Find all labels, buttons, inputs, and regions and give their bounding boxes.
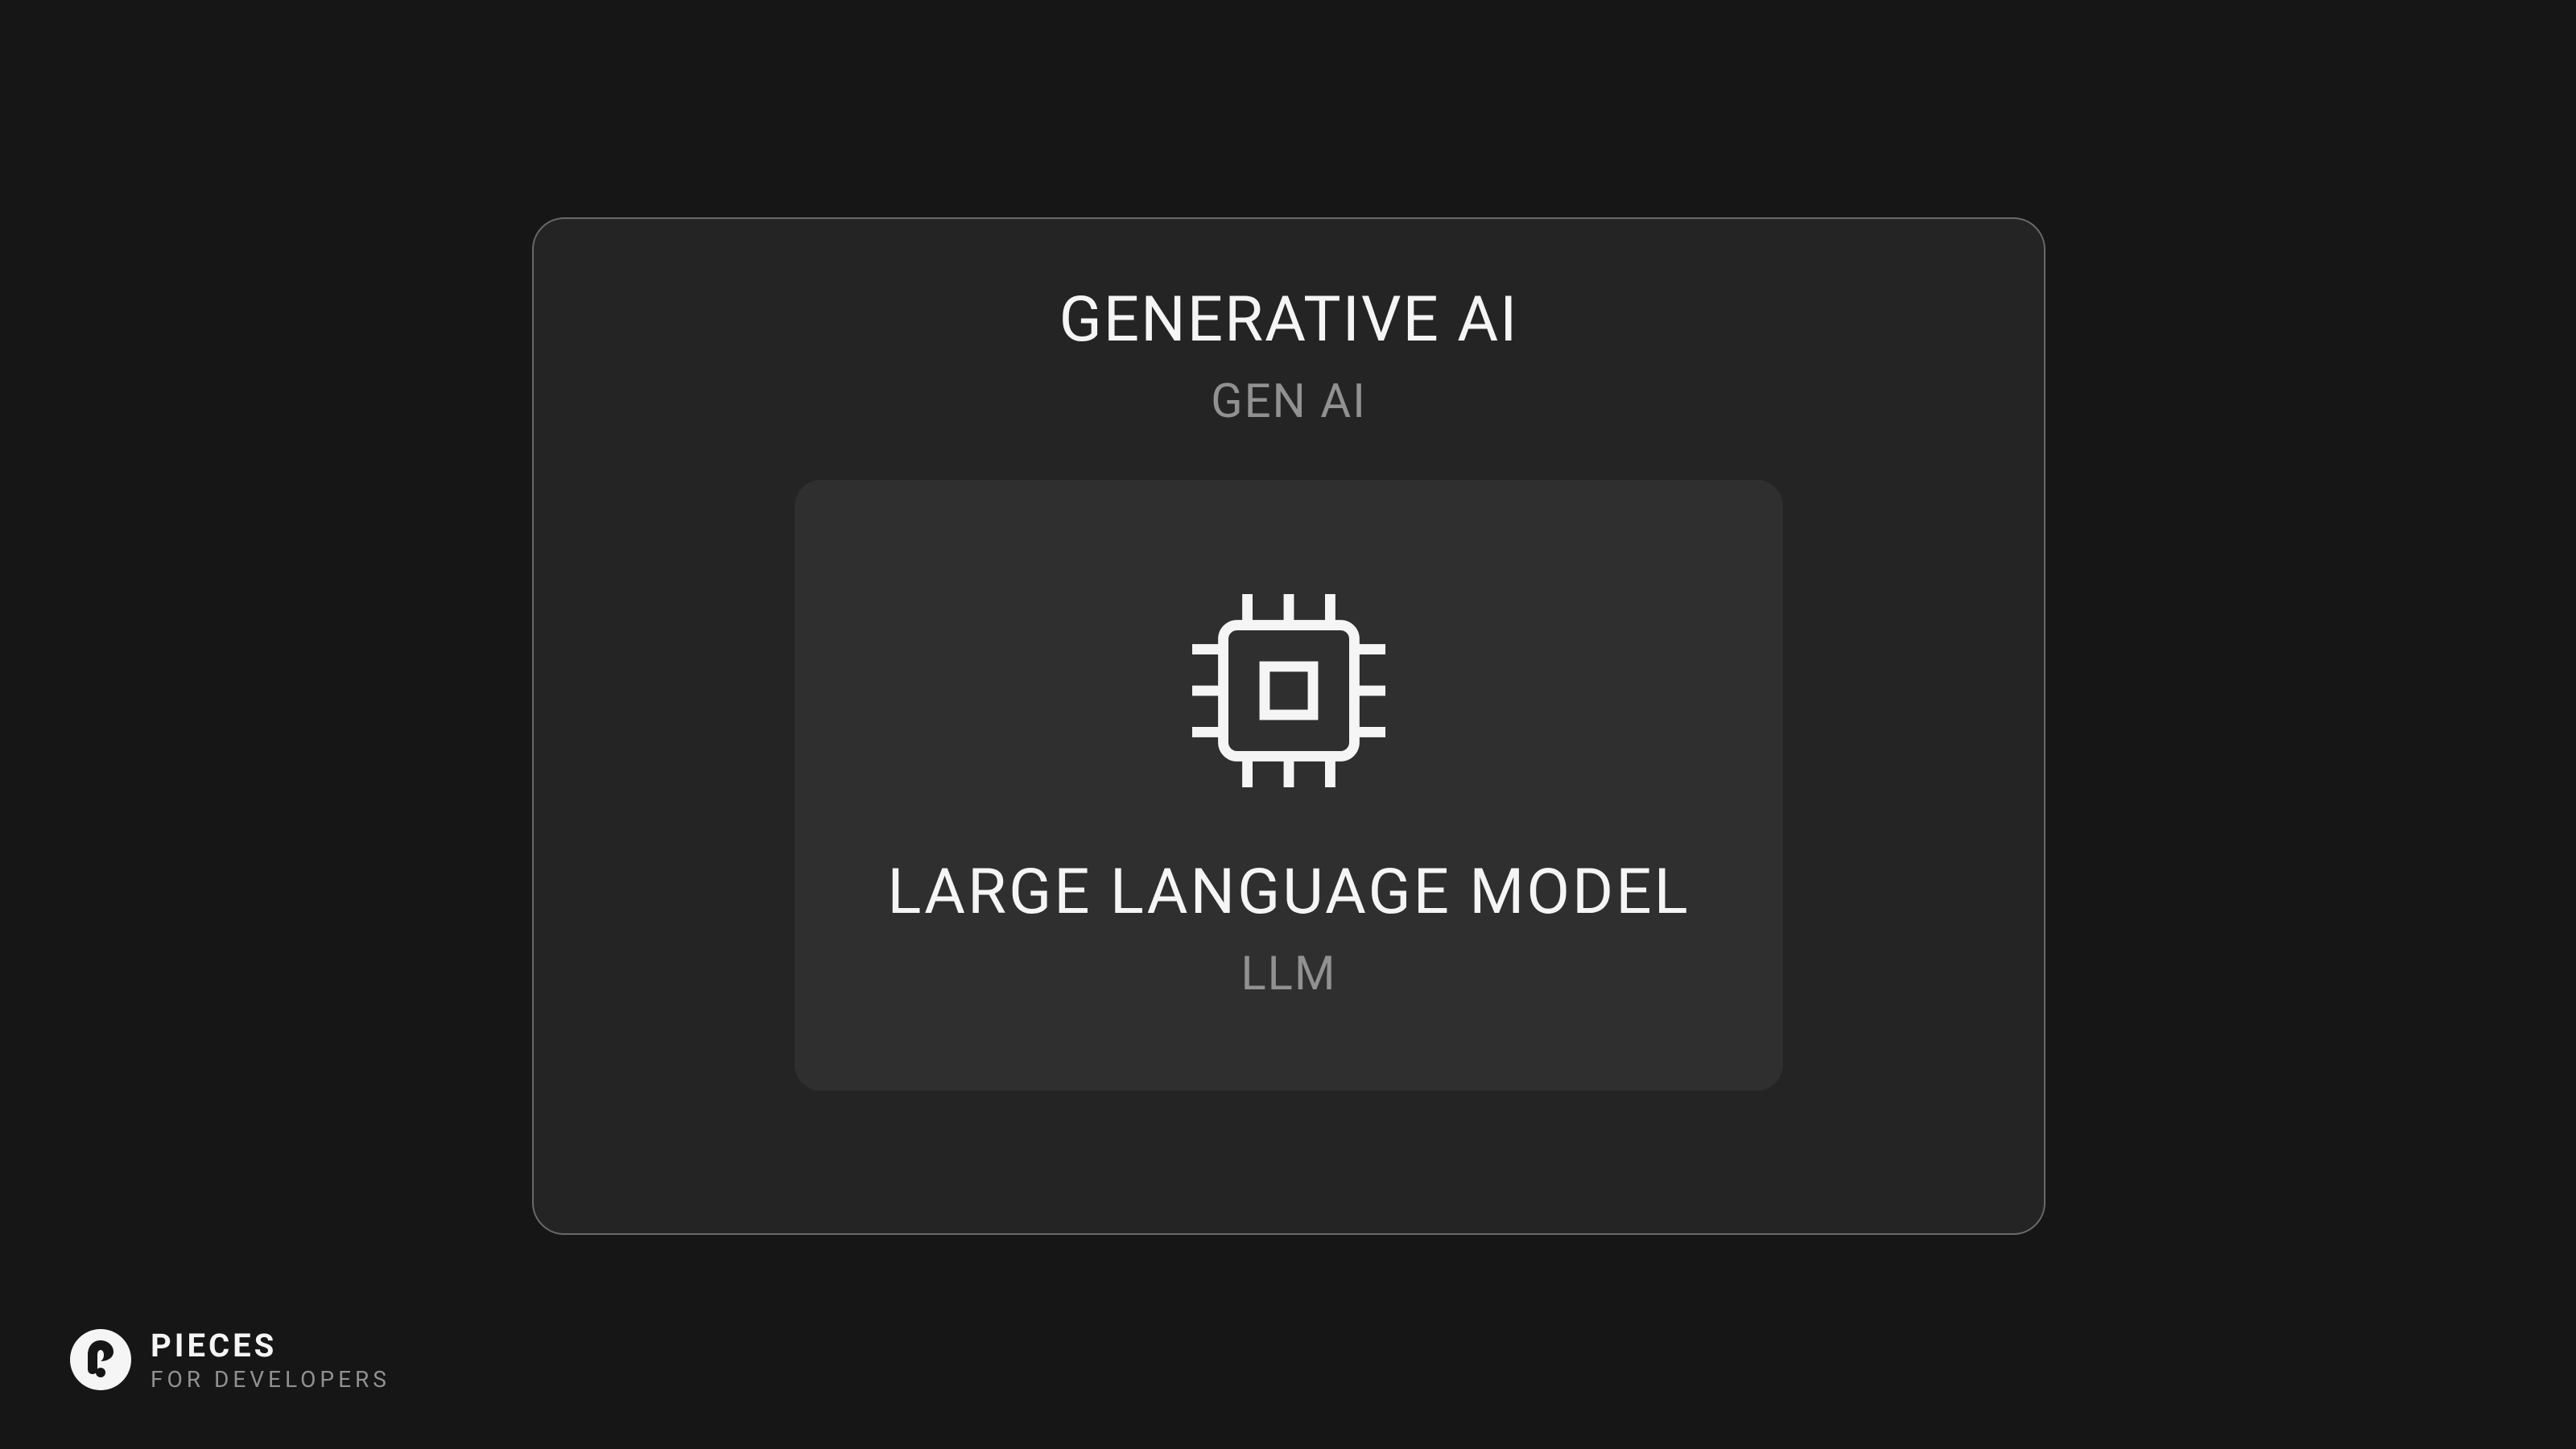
chip-icon	[1168, 570, 1410, 811]
brand-sublabel: FOR DEVELOPERS	[151, 1366, 390, 1393]
outer-title: GENERATIVE AI	[1059, 283, 1519, 357]
footer-brand: PIECES FOR DEVELOPERS	[68, 1327, 390, 1393]
brand-label: PIECES	[151, 1327, 390, 1364]
llm-container: LARGE LANGUAGE MODEL LLM	[792, 477, 1785, 1093]
pieces-logo-icon	[68, 1327, 133, 1392]
brand-text: PIECES FOR DEVELOPERS	[151, 1327, 390, 1393]
outer-subtitle: GEN AI	[1211, 374, 1367, 429]
inner-subtitle: LLM	[1241, 947, 1336, 1001]
generative-ai-container: GENERATIVE AI GEN AI LARGE LANGUAGE MO	[532, 217, 2046, 1235]
inner-title: LARGE LANGUAGE MODEL	[887, 856, 1690, 929]
